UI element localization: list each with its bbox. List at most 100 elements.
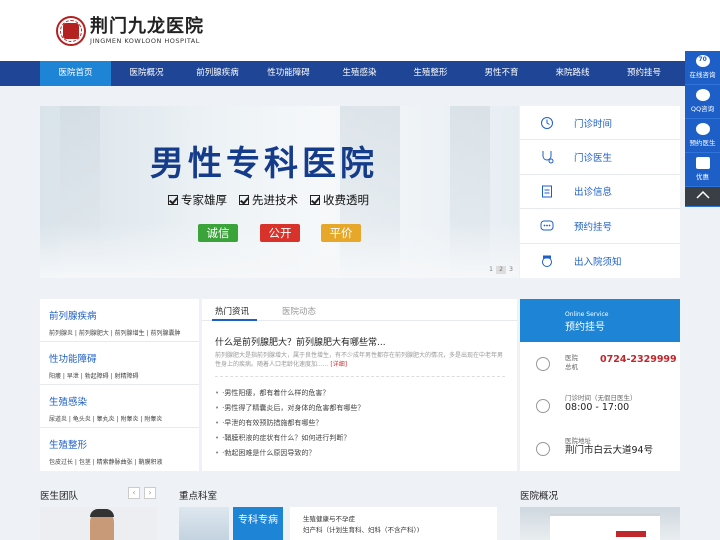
news-item[interactable]: ·早泄的有效预防措施都有哪些？ bbox=[215, 416, 364, 431]
hours-value: 08:00 - 17:00 bbox=[565, 402, 630, 413]
nav-plastic[interactable]: 生殖整形 bbox=[395, 61, 466, 86]
department-item[interactable]: 生殖健康与不孕症 bbox=[303, 514, 497, 525]
side-label: 预约医生 bbox=[689, 139, 716, 147]
category-links[interactable]: 包皮过长 | 包茎 | 精索静脉曲张 | 鞘膜积液 bbox=[49, 457, 199, 466]
quick-links: 门诊时间 门诊医生 出诊信息 预约挂号 出入院须知 bbox=[520, 106, 680, 278]
hospital-seal-icon bbox=[56, 16, 86, 46]
checkbox-icon bbox=[168, 195, 178, 205]
tab-hot-news[interactable]: 热门资讯 bbox=[215, 305, 249, 317]
quick-link-admission-notice[interactable]: 出入院须知 bbox=[520, 244, 680, 278]
pager-dot-active[interactable]: 2 bbox=[496, 266, 506, 274]
prev-arrow-button[interactable]: ‹ bbox=[128, 487, 140, 499]
disease-categories: 前列腺疾病 前列腺炎 | 前列腺肥大 | 前列腺增生 | 前列腺囊肿 性功能障碍… bbox=[40, 299, 199, 471]
side-qq-consult[interactable]: QQ咨询 bbox=[685, 85, 720, 119]
phone-label-line: 总机 bbox=[565, 363, 578, 371]
news-item[interactable]: ·男性阳痿，都有着什么样的危害？ bbox=[215, 386, 364, 401]
news-panel: 热门资讯 医院动态 什么是前列腺肥大？前列腺肥大有哪些常... 前列腺肥大是指前… bbox=[202, 299, 517, 471]
section-title-departments: 重点科室 bbox=[179, 491, 218, 502]
side-online-consult[interactable]: 70 在线咨询 bbox=[685, 51, 720, 85]
nav-home[interactable]: 医院首页 bbox=[40, 61, 111, 86]
logo-name: 荆门九龙医院 bbox=[90, 16, 204, 37]
category-plastic: 生殖整形 包皮过长 | 包茎 | 精索静脉曲张 | 鞘膜积液 bbox=[40, 428, 199, 471]
quick-link-clinic-hours[interactable]: 门诊时间 bbox=[520, 106, 680, 141]
pager-dot[interactable]: 3 bbox=[506, 266, 516, 274]
nav-infertility[interactable]: 男性不育 bbox=[466, 61, 537, 86]
category-links[interactable]: 尿道炎 | 龟头炎 | 睾丸炎 | 附睾炎 | 附睾炎 bbox=[49, 414, 199, 423]
tag-affordable: 平价 bbox=[321, 224, 361, 242]
nav-infection[interactable]: 生殖感染 bbox=[324, 61, 395, 86]
side-label: 优惠 bbox=[696, 173, 709, 181]
checkbox-icon bbox=[239, 195, 249, 205]
side-book-doctor[interactable]: 预约医生 bbox=[685, 119, 720, 153]
hours-row: 门诊时间（无假日医生） 08:00 - 17:00 bbox=[520, 394, 680, 418]
nurse-icon bbox=[542, 255, 552, 267]
active-tab-underline bbox=[212, 319, 257, 321]
category-title[interactable]: 生殖感染 bbox=[49, 394, 199, 408]
clock-icon bbox=[536, 399, 550, 413]
phone-label: 医院 总机 bbox=[565, 354, 578, 372]
department-feature-box[interactable]: 专科专病 bbox=[233, 507, 283, 540]
quick-link-label: 门诊医生 bbox=[574, 153, 613, 165]
phone-number[interactable]: 0724-2329999 bbox=[600, 354, 677, 365]
news-item[interactable]: ·男性得了精囊炎后，对身体的危害都有哪些？ bbox=[215, 401, 364, 416]
tab-hospital-news[interactable]: 医院动态 bbox=[282, 305, 316, 317]
coupon-icon bbox=[695, 157, 710, 169]
category-links[interactable]: 前列腺炎 | 前列腺肥大 | 前列腺增生 | 前列腺囊肿 bbox=[49, 328, 199, 337]
news-item[interactable]: ·鞘膜积液的症状有什么？如何进行判断？ bbox=[215, 431, 364, 446]
news-list: ·男性阳痿，都有着什么样的危害？ ·男性得了精囊炎后，对身体的危害都有哪些？ ·… bbox=[215, 386, 364, 461]
next-arrow-button[interactable]: › bbox=[144, 487, 156, 499]
quick-link-schedule[interactable]: 出诊信息 bbox=[520, 175, 680, 210]
quick-link-label: 门诊时间 bbox=[574, 118, 613, 130]
pager-dot[interactable]: 1 bbox=[486, 266, 496, 274]
news-headline[interactable]: 什么是前列腺肥大？前列腺肥大有哪些常... bbox=[215, 335, 386, 348]
quick-link-appointment[interactable]: 预约挂号 bbox=[520, 209, 680, 244]
appointment-title: 预约挂号 bbox=[565, 322, 605, 333]
nav-prostate[interactable]: 前列腺疾病 bbox=[182, 61, 253, 86]
department-item[interactable]: 妇产科（计划生育科、妇科（不含产科）) bbox=[303, 525, 497, 536]
online-service-label: Online Service bbox=[565, 311, 609, 318]
read-more-link[interactable]: [详细] bbox=[330, 361, 347, 368]
nav-appointment[interactable]: 预约挂号 bbox=[608, 61, 680, 86]
banner-features: 专家雄厚 先进技术 收费透明 bbox=[168, 192, 381, 208]
section-title-doctors: 医生团队 bbox=[40, 491, 79, 502]
section-title-overview: 医院概况 bbox=[520, 491, 559, 502]
back-to-top-button[interactable] bbox=[685, 187, 720, 207]
hours-block: 门诊时间（无假日医生） 08:00 - 17:00 bbox=[565, 394, 637, 412]
hero-banner[interactable]: 男性专科医院 专家雄厚 先进技术 收费透明 诚信 公开 平价 bbox=[40, 106, 519, 278]
feature-label: 先进技术 bbox=[252, 193, 298, 207]
hospital-building-photo[interactable] bbox=[520, 507, 680, 540]
qq-icon bbox=[695, 89, 710, 101]
nav-overview[interactable]: 医院概况 bbox=[111, 61, 182, 86]
category-links[interactable]: 阳痿 | 早泄 | 勃起障碍 | 射精障碍 bbox=[49, 371, 199, 380]
department-photo[interactable] bbox=[179, 507, 229, 540]
nav-directions[interactable]: 来院路线 bbox=[537, 61, 608, 86]
quick-link-label: 出入院须知 bbox=[574, 256, 622, 268]
address-block: 医院地址 荆门市白云大道94号 bbox=[565, 437, 653, 455]
category-title[interactable]: 性功能障碍 bbox=[49, 351, 199, 365]
hospital-logo[interactable]: 荆门九龙医院 JINGMEN KOWLOON HOSPITAL bbox=[56, 16, 204, 46]
category-title[interactable]: 前列腺疾病 bbox=[49, 308, 199, 322]
feature-label: 收费透明 bbox=[323, 193, 369, 207]
feature-label: 专家雄厚 bbox=[181, 193, 227, 207]
quick-link-doctors[interactable]: 门诊医生 bbox=[520, 140, 680, 175]
quick-link-label: 出诊信息 bbox=[574, 187, 613, 199]
category-title[interactable]: 生殖整形 bbox=[49, 437, 199, 451]
contact-panel: Online Service 预约挂号 医院 总机 0724-2329999 门诊… bbox=[520, 299, 680, 471]
news-summary: 前列腺肥大是指前列腺增大，属于良性增生，有不少成年男性都存在前列腺肥大的情况，多… bbox=[215, 351, 505, 369]
nav-sexual-dysfunction[interactable]: 性功能障碍 bbox=[253, 61, 324, 86]
chevron-up-icon bbox=[695, 190, 710, 199]
category-sexual-dysfunction: 性功能障碍 阳痿 | 早泄 | 勃起障碍 | 射精障碍 bbox=[40, 342, 199, 385]
phone-icon bbox=[536, 357, 550, 371]
address-row: 医院地址 荆门市白云大道94号 bbox=[520, 437, 680, 461]
divider bbox=[215, 376, 505, 377]
site-header: 荆门九龙医院 JINGMEN KOWLOON HOSPITAL bbox=[0, 0, 720, 61]
location-icon bbox=[536, 442, 550, 456]
doctor-photo[interactable] bbox=[40, 507, 157, 540]
phone-row: 医院 总机 0724-2329999 bbox=[520, 354, 680, 374]
news-item[interactable]: ·勃起困难是什么原因导致的？ bbox=[215, 446, 364, 461]
address-value: 荆门市白云大道94号 bbox=[565, 445, 654, 456]
side-discount[interactable]: 优惠 bbox=[685, 153, 720, 187]
appointment-header[interactable]: Online Service 预约挂号 bbox=[520, 299, 680, 342]
banner-title: 男性专科医院 bbox=[150, 144, 378, 184]
category-infection: 生殖感染 尿道炎 | 龟头炎 | 睾丸炎 | 附睾炎 | 附睾炎 bbox=[40, 385, 199, 428]
